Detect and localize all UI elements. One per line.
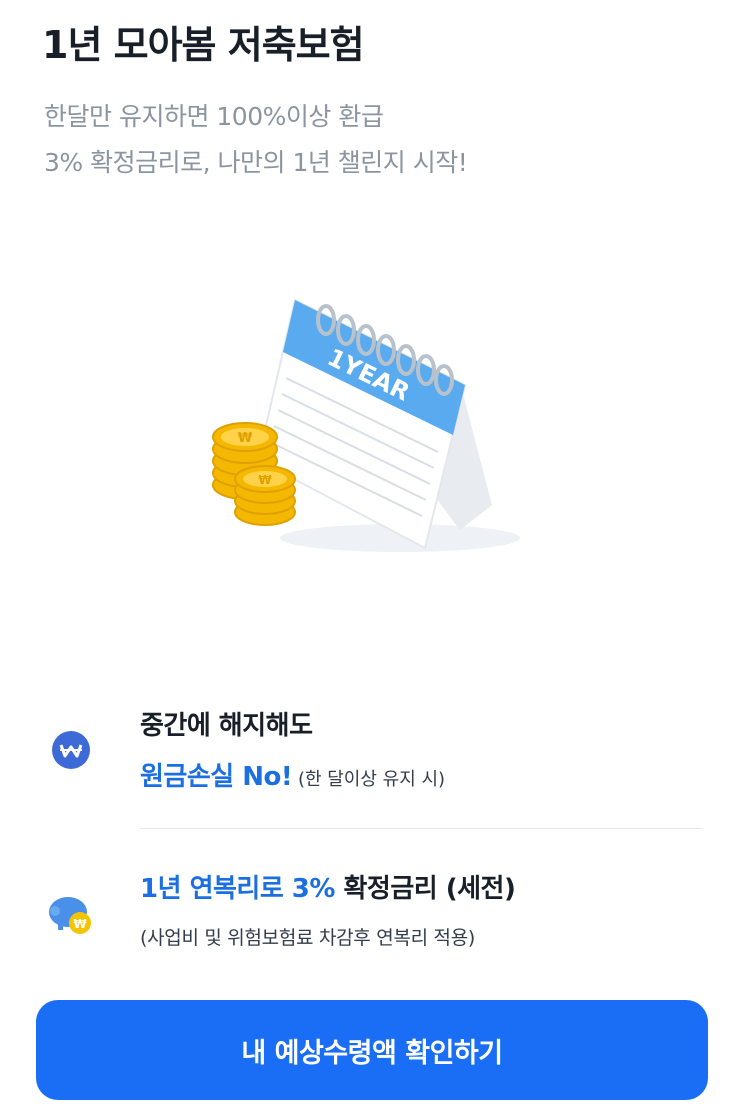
check-expected-payout-button[interactable]: 내 예상수령액 확인하기 xyxy=(36,1000,708,1100)
svg-text:₩: ₩ xyxy=(258,473,272,487)
won-coin-icon xyxy=(52,731,90,769)
feature-2-note: (사업비 및 위험보험료 차감후 연복리 적용) xyxy=(140,927,475,949)
feature-divider xyxy=(140,828,702,829)
page-subtitle: 한달만 유지하면 100%이상 환급 3% 확정금리로, 나만의 1년 챌린지 … xyxy=(44,94,468,186)
feature-1-note: (한 달이상 유지 시) xyxy=(292,769,446,790)
feature-1-title: 중간에 해지해도 xyxy=(140,711,313,741)
svg-text:₩: ₩ xyxy=(238,431,253,446)
feature-2-title: 확정금리 (세전) xyxy=(334,874,516,904)
subtitle-line-1: 한달만 유지하면 100%이상 환급 xyxy=(44,102,384,131)
hero-illustration: 1YEAR ₩ ₩ xyxy=(200,290,520,560)
feature-2-highlight: 1년 연복리로 3% xyxy=(140,874,335,904)
page-title: 1년 모아봄 저축보험 xyxy=(42,23,365,67)
piggy-bank-icon: ₩ xyxy=(49,897,91,934)
subtitle-line-2: 3% 확정금리로, 나만의 1년 챌린지 시작! xyxy=(44,148,468,177)
calendar-coins-illustration: 1YEAR ₩ ₩ xyxy=(212,298,520,552)
svg-text:₩: ₩ xyxy=(73,917,87,931)
feature-1-highlight: 원금손실 No! xyxy=(140,762,293,792)
